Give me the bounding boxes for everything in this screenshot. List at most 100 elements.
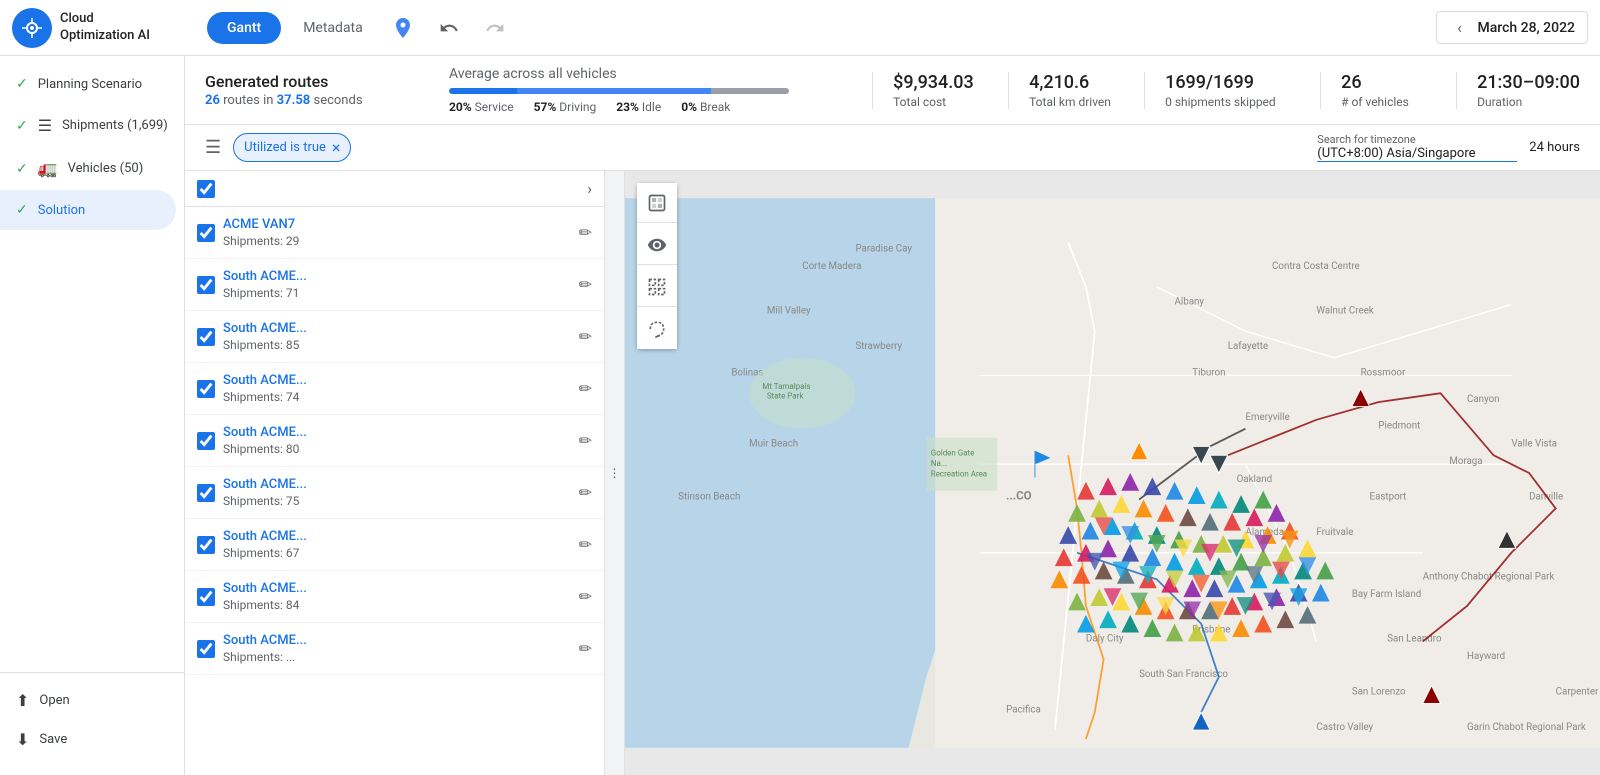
total-km-label: Total km driven (1029, 95, 1128, 109)
vehicle-list-item: South ACME... Shipments: 75 ✏ (185, 467, 604, 519)
vehicle-info: South ACME... Shipments: 71 (223, 269, 571, 300)
map-visibility-button[interactable] (637, 225, 677, 265)
vehicle-shipments: Shipments: 29 (223, 234, 571, 248)
vehicle-info: South ACME... Shipments: 74 (223, 373, 571, 404)
svg-text:Fruitvale: Fruitvale (1316, 527, 1353, 538)
svg-text:Muir Beach: Muir Beach (749, 438, 798, 449)
svg-text:Walnut Creek: Walnut Creek (1316, 305, 1373, 316)
date-prev-button[interactable]: ‹ (1449, 18, 1469, 37)
sidebar-label-planning: Planning Scenario (38, 77, 142, 92)
check-icon-planning: ✓ (16, 76, 28, 92)
vehicle-edit-button[interactable]: ✏ (579, 223, 592, 242)
timezone-input[interactable] (1317, 146, 1517, 162)
svg-text:Carpenter: Carpenter (1556, 687, 1599, 698)
vehicle-edit-button[interactable]: ✏ (579, 639, 592, 658)
vehicle-list-item: South ACME... Shipments: ... ✏ (185, 623, 604, 675)
vehicle-name: South ACME... (223, 425, 571, 440)
vehicle-edit-button[interactable]: ✏ (579, 327, 592, 346)
svg-text:Na...: Na... (931, 459, 947, 468)
sidebar-item-solution[interactable]: ✓ Solution (0, 190, 176, 230)
stats-bar: Generated routes 26 routes in 37.58 seco… (185, 56, 1600, 125)
svg-text:Rossmoor: Rossmoor (1361, 368, 1406, 379)
generated-routes-detail: 26 routes in 37.58 seconds (205, 93, 425, 108)
redo-button[interactable] (477, 10, 513, 46)
vehicle-checkbox[interactable] (197, 224, 215, 242)
routes-count: 26 (205, 93, 220, 108)
vehicles-icon: 🚛 (38, 159, 58, 178)
vehicle-name: South ACME... (223, 321, 571, 336)
vehicle-checkbox[interactable] (197, 484, 215, 502)
vehicle-shipments: Shipments: 85 (223, 338, 571, 352)
vehicle-list-item: South ACME... Shipments: 67 ✏ (185, 519, 604, 571)
shipments-block: 1699/1699 0 shipments skipped (1144, 72, 1304, 109)
avg-percentages: 20% Service 57% Driving 23% Idle 0% Brea… (449, 100, 856, 114)
svg-text:Hayward: Hayward (1467, 651, 1505, 662)
vehicle-checkbox[interactable] (197, 276, 215, 294)
vehicle-shipments: Shipments: ... (223, 650, 571, 664)
app-logo-icon (12, 8, 52, 48)
select-all-checkbox[interactable] (197, 180, 215, 198)
gantt-tab[interactable]: Gantt (207, 12, 281, 44)
sidebar-nav: ✓ Planning Scenario ✓ ☰ Shipments (1,699… (0, 56, 184, 672)
vehicle-shipments: Shipments: 80 (223, 442, 571, 456)
filter-chip-utilized[interactable]: Utilized is true × (233, 133, 351, 162)
shipments-value: 1699/1699 (1165, 72, 1304, 93)
check-icon-shipments: ✓ (16, 118, 28, 134)
vehicle-checkbox[interactable] (197, 640, 215, 658)
timezone-section: Search for timezone 24 hours (1317, 133, 1580, 162)
open-icon: ⬆ (16, 691, 29, 710)
svg-text:Tiburon: Tiburon (1192, 368, 1225, 379)
filter-chip-close[interactable]: × (332, 138, 341, 157)
sidebar-item-planning-scenario[interactable]: ✓ Planning Scenario (0, 64, 184, 104)
save-action[interactable]: ⬇ Save (16, 720, 168, 759)
vehicle-edit-button[interactable]: ✏ (579, 483, 592, 502)
vehicle-checkbox[interactable] (197, 328, 215, 346)
vehicle-checkbox[interactable] (197, 380, 215, 398)
vehicle-name: South ACME... (223, 477, 571, 492)
filter-icon[interactable]: ☰ (205, 137, 221, 158)
undo-button[interactable] (431, 10, 467, 46)
timezone-search-label: Search for timezone (1317, 133, 1517, 146)
svg-text:Daly City: Daly City (1086, 633, 1124, 644)
vehicle-edit-button[interactable]: ✏ (579, 379, 592, 398)
panel-collapse-handle[interactable]: ⋮ (605, 171, 625, 775)
svg-text:Corte Madera: Corte Madera (802, 261, 861, 272)
vehicle-info: South ACME... Shipments: 75 (223, 477, 571, 508)
vehicle-checkbox[interactable] (197, 432, 215, 450)
vehicles-count-label: # of vehicles (1341, 95, 1440, 109)
svg-text:Castro Valley: Castro Valley (1316, 722, 1373, 733)
vehicle-info: South ACME... Shipments: 67 (223, 529, 571, 560)
total-km-value: 4,210.6 (1029, 72, 1128, 93)
vehicle-edit-button[interactable]: ✏ (579, 587, 592, 606)
sidebar-label-vehicles: Vehicles (50) (68, 161, 144, 176)
map-select-button[interactable] (637, 267, 677, 307)
vehicle-edit-button[interactable]: ✏ (579, 275, 592, 294)
total-km-block: 4,210.6 Total km driven (1008, 72, 1128, 109)
bar-driving (517, 88, 711, 94)
vehicle-edit-button[interactable]: ✏ (579, 535, 592, 554)
collapse-panel-button[interactable]: › (587, 179, 592, 198)
map-container: Corte Madera Mill Valley Paradise Cay Bo… (625, 171, 1600, 775)
vehicles-count-value: 26 (1341, 72, 1440, 93)
svg-text:San Lorenzo: San Lorenzo (1352, 687, 1406, 698)
map-pin-button[interactable] (385, 10, 421, 46)
open-action[interactable]: ⬆ Open (16, 681, 168, 720)
sidebar-item-vehicles[interactable]: ✓ 🚛 Vehicles (50) (0, 147, 184, 190)
metadata-tab[interactable]: Metadata (291, 12, 375, 44)
shipments-icon: ☰ (38, 116, 52, 135)
vehicle-info: ACME VAN7 Shipments: 29 (223, 217, 571, 248)
duration-block: 21:30–09:00 Duration (1456, 72, 1580, 109)
vehicle-edit-button[interactable]: ✏ (579, 431, 592, 450)
save-icon: ⬇ (16, 730, 29, 749)
map-satellite-button[interactable] (637, 183, 677, 223)
vehicle-checkbox[interactable] (197, 588, 215, 606)
bar-service (449, 88, 517, 94)
vehicle-checkbox[interactable] (197, 536, 215, 554)
avg-label: Average across all vehicles (449, 66, 856, 82)
duration-value: 21:30–09:00 (1477, 72, 1580, 93)
app-title: Cloud Optimization AI (60, 11, 150, 45)
svg-text:Eastport: Eastport (1370, 492, 1407, 503)
map-lasso-button[interactable] (637, 309, 677, 349)
sidebar-item-shipments[interactable]: ✓ ☰ Shipments (1,699) (0, 104, 184, 147)
duration-label: Duration (1477, 95, 1580, 109)
